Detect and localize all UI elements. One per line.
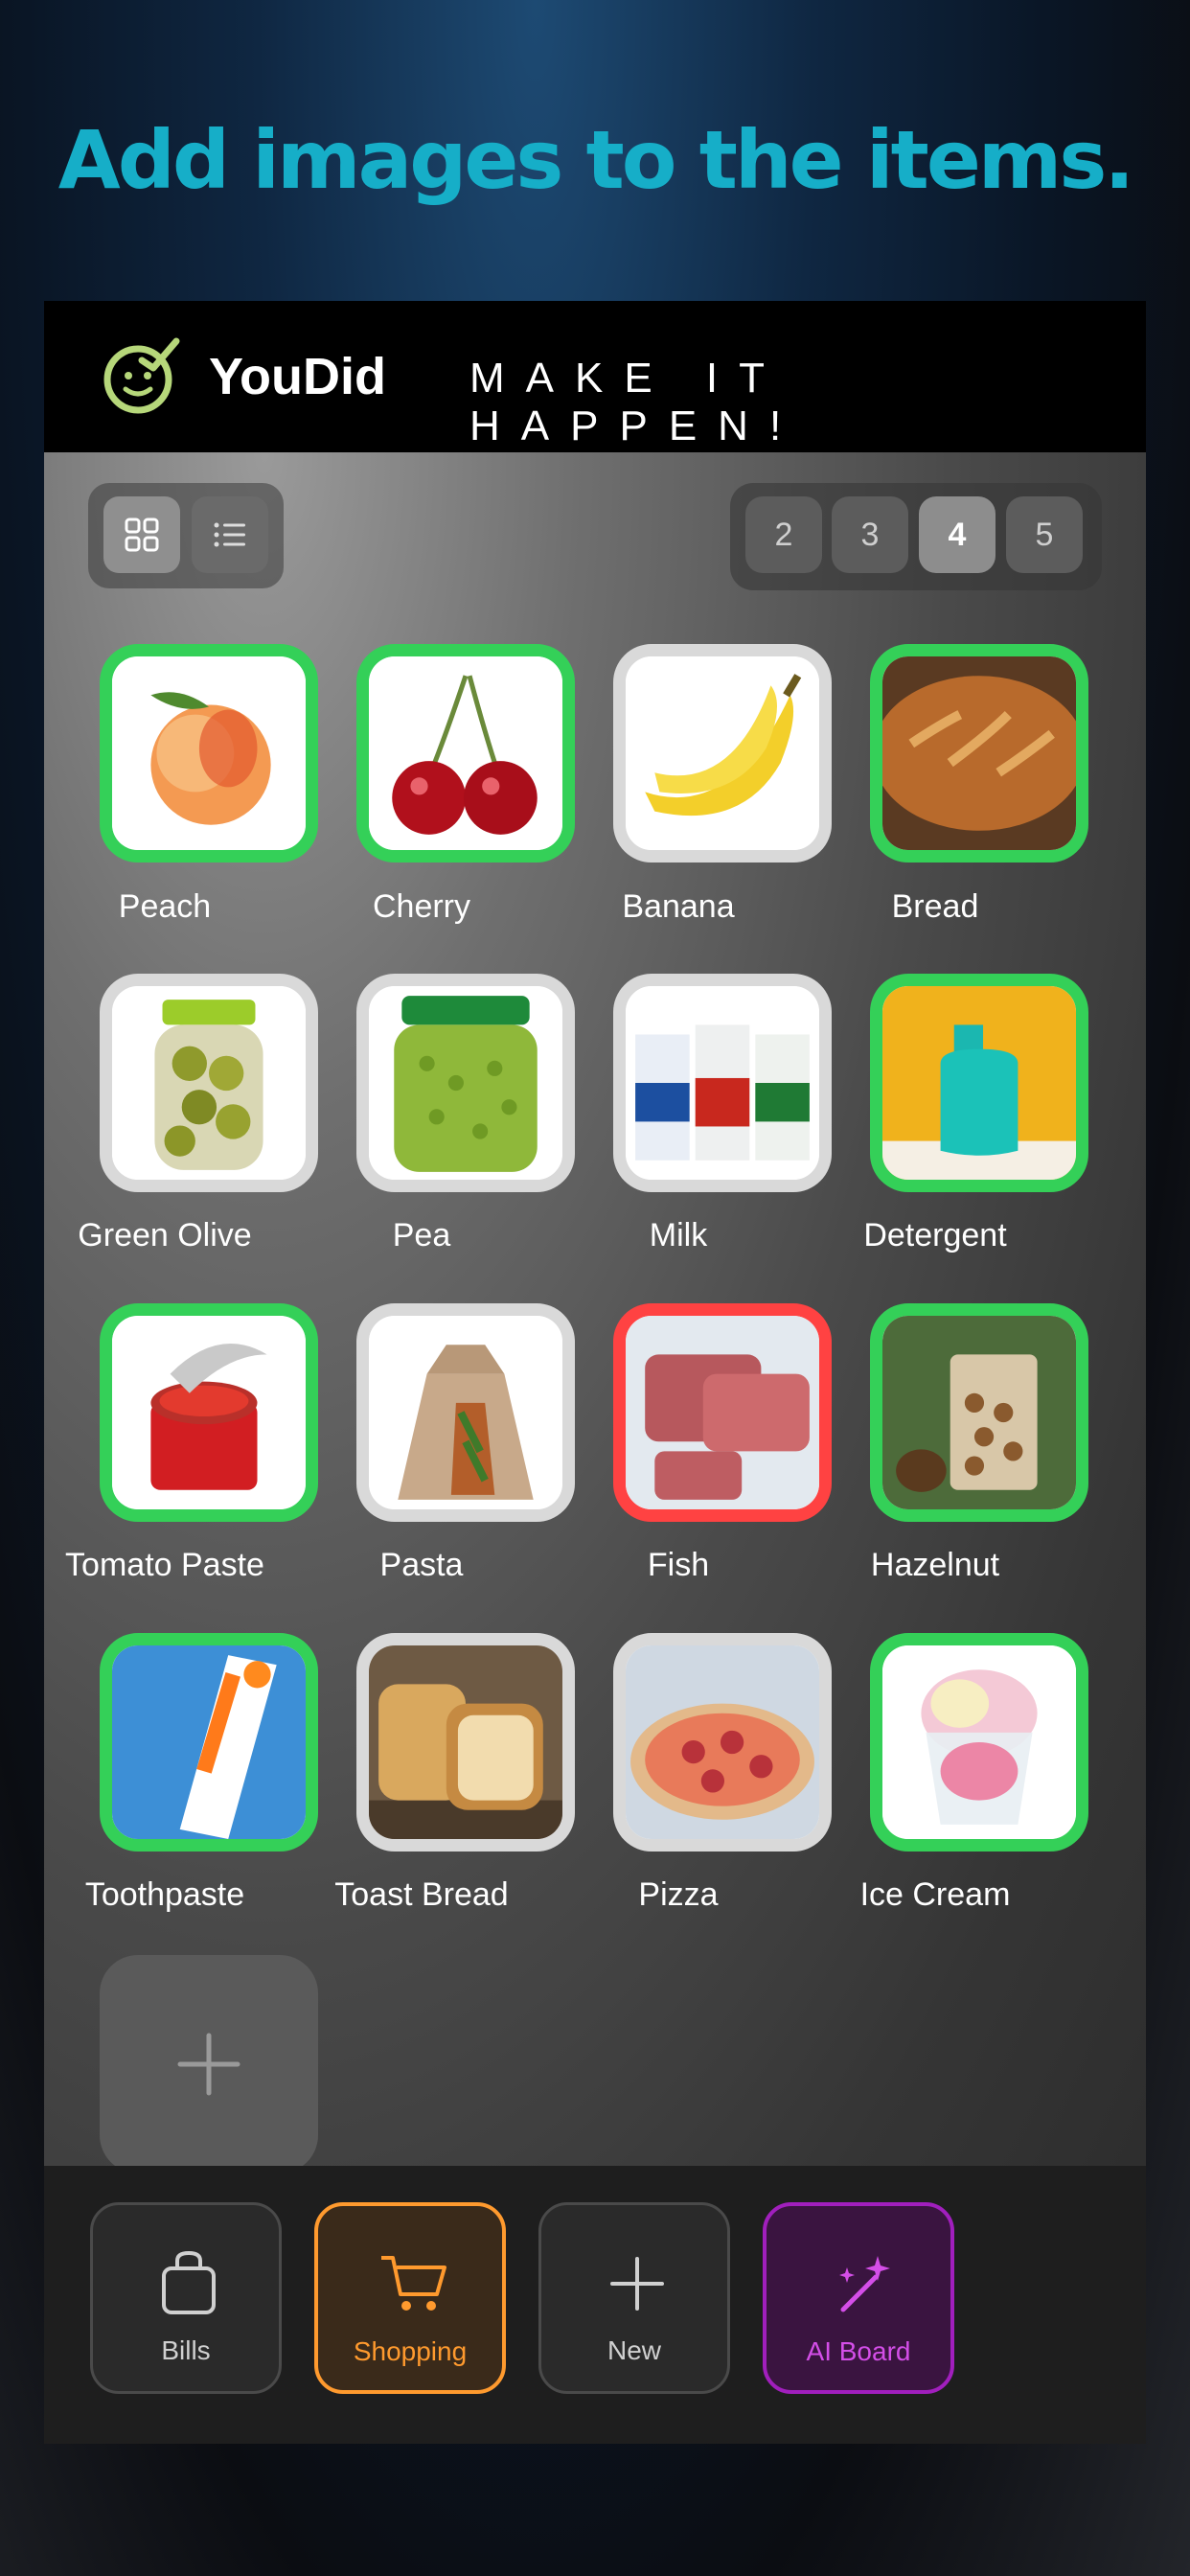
- view-toggle: [88, 483, 284, 588]
- pea-jar-image: [369, 986, 562, 1180]
- tab-ai-board[interactable]: AI Board: [763, 2202, 954, 2394]
- tab-bills[interactable]: Bills: [90, 2202, 282, 2394]
- ice-cream-image: [882, 1645, 1076, 1839]
- detergent-image: [882, 986, 1076, 1180]
- plus-icon: [177, 2033, 240, 2096]
- add-item-button[interactable]: [100, 1955, 318, 2174]
- grid-view-button[interactable]: [103, 496, 180, 573]
- tab-label: Bills: [161, 2335, 211, 2365]
- magic-wand-icon: [839, 2256, 890, 2312]
- item-tile-toast-bread[interactable]: [356, 1633, 575, 1852]
- tab-label: New: [606, 2335, 661, 2365]
- item-tile-pasta[interactable]: [356, 1303, 575, 1522]
- item-tile-peach[interactable]: [100, 644, 318, 862]
- app-header: YouDid MAKE IT HAPPEN!: [44, 301, 1146, 452]
- item-tile-hazelnut[interactable]: [870, 1303, 1088, 1522]
- item-label: Banana: [622, 888, 735, 925]
- hazelnut-image: [882, 1316, 1076, 1509]
- toothpaste-image: [112, 1645, 306, 1839]
- item-tile-detergent[interactable]: [870, 974, 1088, 1192]
- item-label: Hazelnut: [870, 1547, 1000, 1583]
- item-tile-bread[interactable]: [870, 644, 1088, 862]
- page-button-2[interactable]: 2: [745, 496, 822, 573]
- item-label: Peach: [118, 888, 212, 925]
- cherry-image: [369, 656, 562, 850]
- item-tile-pizza[interactable]: [613, 1633, 832, 1852]
- item-tile-pea[interactable]: [356, 974, 575, 1192]
- item-tile-cherry[interactable]: [356, 644, 575, 862]
- banana-image: [626, 656, 819, 850]
- item-tile-tomato-paste[interactable]: [100, 1303, 318, 1522]
- list-view-button[interactable]: [192, 496, 268, 573]
- item-grid-area: 2 3 4 5 Peach Cherry Banana Bread Green …: [44, 452, 1146, 2315]
- tagline: MAKE IT HAPPEN!: [469, 355, 803, 449]
- pasta-bag-image: [369, 1316, 562, 1509]
- bread-image: [882, 656, 1076, 850]
- item-label: Ice Cream: [859, 1876, 1011, 1913]
- bottom-tab-bar: Bills Shopping New AI Board: [44, 2166, 1146, 2444]
- item-label: Green Olive: [78, 1217, 252, 1254]
- item-label: Toothpaste: [84, 1876, 245, 1913]
- item-tile-green-olive[interactable]: [100, 974, 318, 1192]
- item-tile-banana[interactable]: [613, 644, 832, 862]
- item-tile-milk[interactable]: [613, 974, 832, 1192]
- milk-cartons-image: [626, 986, 819, 1180]
- page-button-5[interactable]: 5: [1006, 496, 1083, 573]
- item-label: Detergent: [863, 1217, 1007, 1254]
- bag-icon: [162, 2250, 216, 2314]
- peach-image: [112, 656, 306, 850]
- tab-shopping[interactable]: Shopping: [314, 2202, 506, 2394]
- item-label: Pizza: [638, 1876, 719, 1913]
- olive-jar-image: [112, 986, 306, 1180]
- page-selector: 2 3 4 5: [730, 483, 1102, 590]
- item-label: Tomato Paste: [65, 1547, 264, 1583]
- item-tile-toothpaste[interactable]: [100, 1633, 318, 1852]
- grid-icon: [125, 518, 159, 552]
- page-button-3[interactable]: 3: [832, 496, 908, 573]
- item-label: Pasta: [379, 1547, 464, 1583]
- tab-label: AI Board: [806, 2336, 911, 2366]
- headline: Add images to the items.: [57, 113, 1135, 207]
- item-label: Toast Bread: [334, 1876, 509, 1913]
- page-button-4[interactable]: 4: [919, 496, 995, 573]
- cart-icon: [381, 2256, 446, 2311]
- tab-new[interactable]: New: [538, 2202, 730, 2394]
- item-label: Fish: [647, 1547, 710, 1583]
- item-tile-fish[interactable]: [613, 1303, 832, 1522]
- tomato-paste-image: [112, 1316, 306, 1509]
- fish-pack-image: [626, 1316, 819, 1509]
- item-label: Milk: [649, 1217, 708, 1254]
- app-screen: YouDid MAKE IT HAPPEN! 2 3 4 5 Peach Che…: [44, 301, 1146, 2444]
- item-label: Cherry: [372, 888, 471, 925]
- toast-bread-image: [369, 1645, 562, 1839]
- tab-label: Shopping: [353, 2336, 468, 2366]
- plus-icon: [610, 2257, 664, 2311]
- brand-name: YouDid: [209, 348, 386, 405]
- item-label: Pea: [392, 1217, 451, 1254]
- list-icon: [214, 522, 245, 547]
- item-tile-ice-cream[interactable]: [870, 1633, 1088, 1852]
- pizza-image: [626, 1645, 819, 1839]
- item-label: Bread: [891, 888, 979, 925]
- smiley-check-icon: [103, 337, 180, 414]
